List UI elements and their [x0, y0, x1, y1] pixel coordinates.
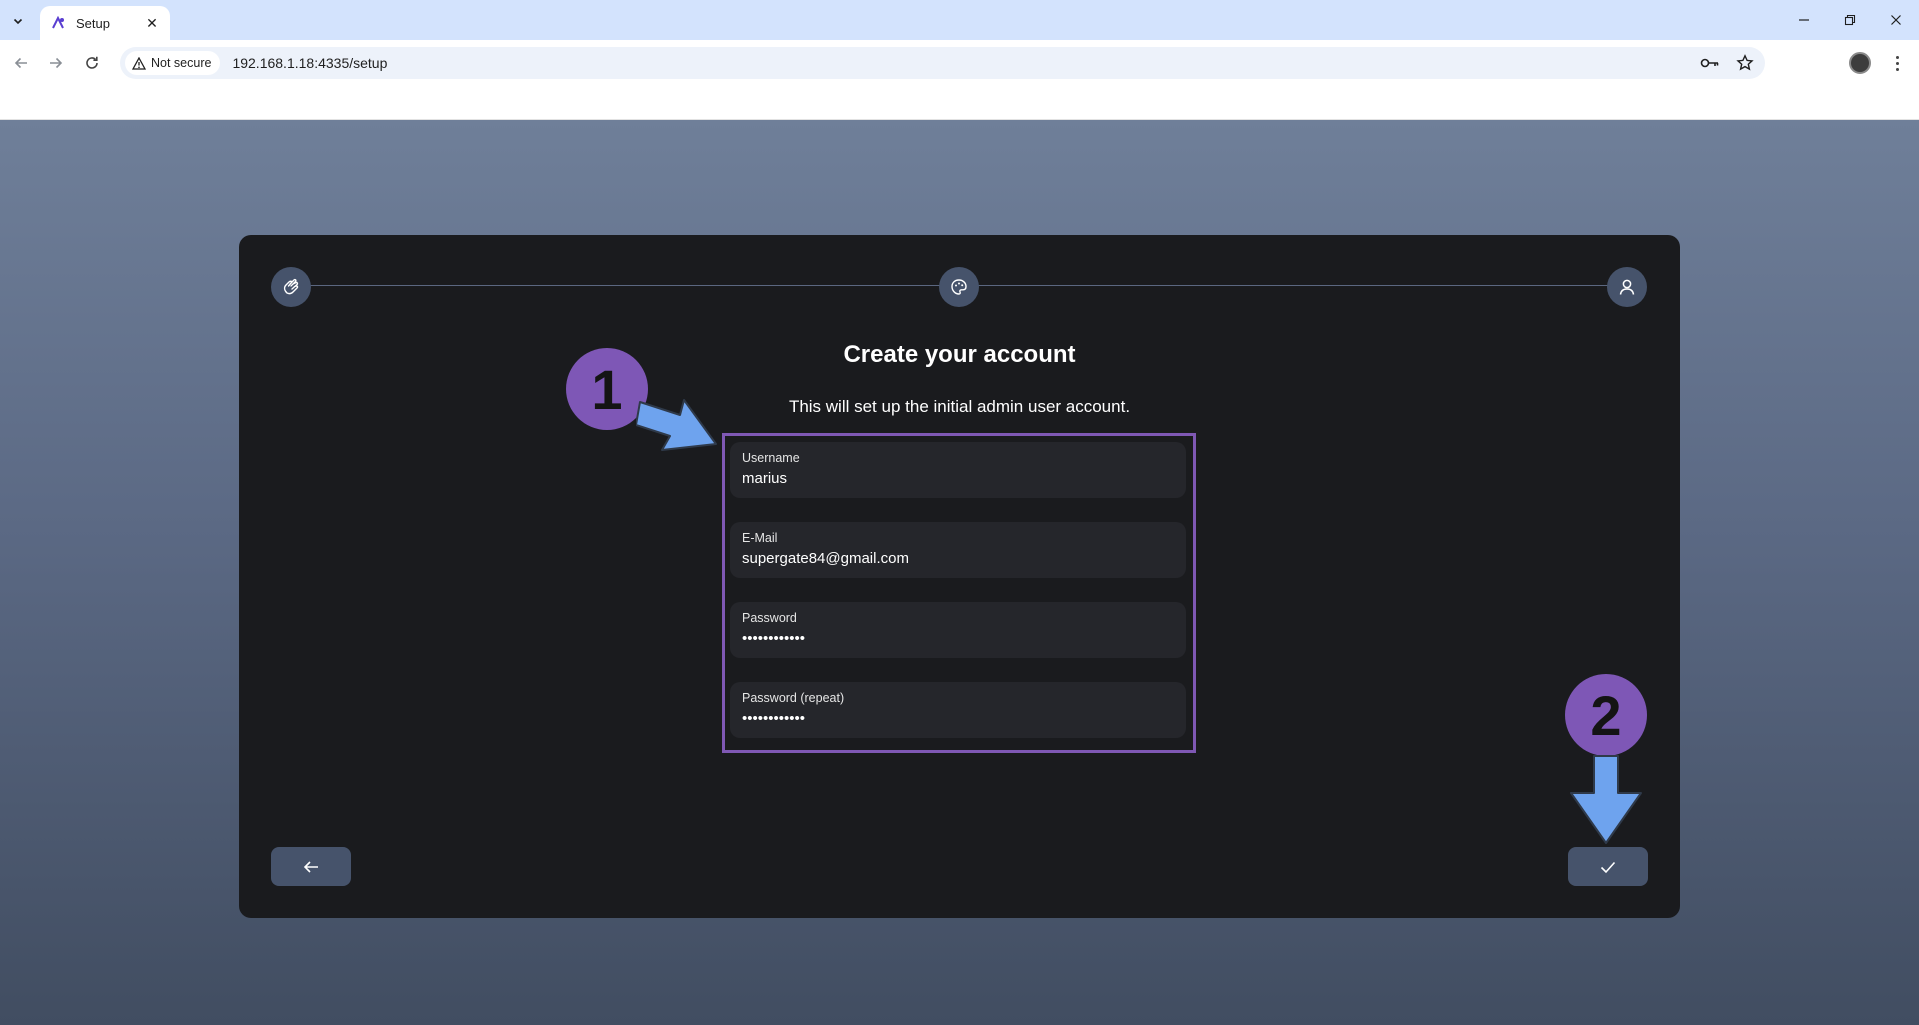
bookmark-bar	[0, 86, 1919, 120]
step-badge-2: 2	[1565, 674, 1647, 756]
app-favicon-icon	[50, 15, 66, 31]
palette-icon	[951, 279, 967, 295]
reload-icon	[86, 56, 98, 69]
address-bar[interactable]: Not secure 192.168.1.18:4335/setup	[120, 47, 1765, 79]
back-button[interactable]	[7, 49, 35, 77]
security-indicator[interactable]: Not secure	[125, 51, 221, 75]
step-customize[interactable]	[939, 267, 979, 307]
page-title: Create your account	[843, 341, 1076, 368]
user-icon	[1619, 279, 1635, 295]
close-icon	[1891, 15, 1901, 25]
arrow-left-icon	[303, 860, 318, 873]
bookmark-star-icon[interactable]	[1733, 51, 1757, 75]
tab-search-button[interactable]	[6, 9, 30, 33]
page-subtitle: This will set up the initial admin user …	[788, 397, 1131, 416]
reload-button[interactable]	[78, 49, 106, 77]
check-icon	[1600, 861, 1616, 873]
step-account[interactable]	[1607, 267, 1647, 307]
form-highlight-box	[722, 433, 1196, 753]
restore-icon	[1844, 14, 1856, 26]
security-label: Not secure	[151, 56, 212, 70]
browser-toolbar: Not secure 192.168.1.18:4335/setup	[0, 40, 1919, 86]
browser-tab-setup[interactable]: Setup ✕	[40, 6, 170, 40]
back-step-button[interactable]	[271, 847, 351, 886]
arrow-left-icon	[14, 57, 27, 69]
restore-button[interactable]	[1827, 0, 1873, 40]
annotation-arrow-down	[1570, 755, 1642, 844]
submit-button[interactable]	[1568, 847, 1648, 886]
url-text: 192.168.1.18:4335/setup	[232, 55, 388, 71]
arrow-right-icon	[50, 57, 63, 69]
minimize-icon	[1799, 19, 1809, 21]
password-key-icon[interactable]	[1698, 51, 1722, 75]
tab-title: Setup	[76, 15, 110, 31]
minimize-button[interactable]	[1781, 0, 1827, 40]
forward-button[interactable]	[42, 49, 70, 77]
omnibox-actions	[1687, 51, 1757, 75]
step-welcome[interactable]	[271, 267, 311, 307]
window-controls	[1781, 0, 1919, 40]
browser-menu-icon[interactable]	[1887, 51, 1907, 75]
browser-tab-strip: Setup ✕	[0, 0, 1919, 40]
warning-triangle-icon	[132, 56, 146, 70]
tab-close-icon[interactable]: ✕	[144, 15, 160, 32]
annotation-arrow-right	[636, 399, 717, 451]
close-window-button[interactable]	[1873, 0, 1919, 40]
profile-avatar[interactable]	[1849, 52, 1871, 74]
chevron-down-icon	[13, 18, 23, 25]
wave-hand-icon	[283, 278, 299, 295]
